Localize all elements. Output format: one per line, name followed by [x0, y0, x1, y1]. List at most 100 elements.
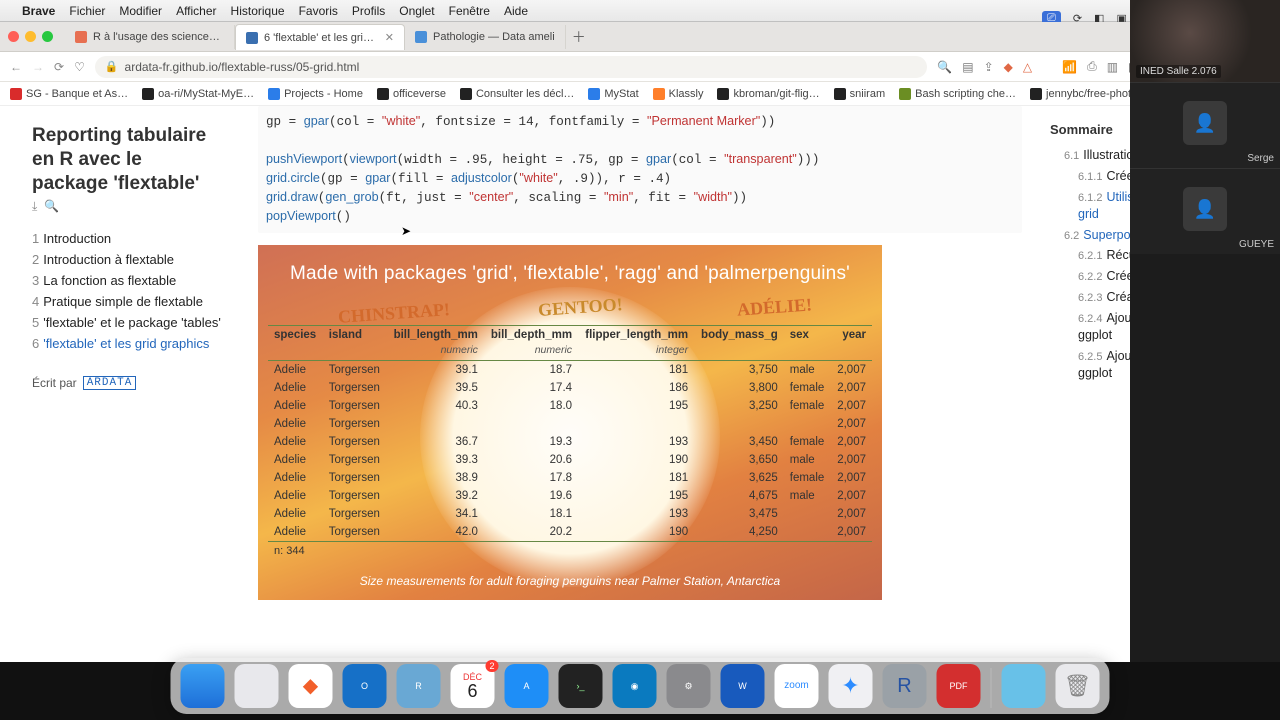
nav-reload[interactable]: ⟳ — [54, 60, 64, 74]
bookmark-item[interactable]: SG - Banque et As… — [10, 88, 128, 100]
ext-icon[interactable]: 📶 — [1062, 60, 1077, 74]
zoom-icon[interactable]: 🔍 — [937, 60, 952, 74]
cell: 39.5 — [387, 379, 484, 397]
dock-launchpad[interactable] — [235, 664, 279, 708]
menu-item[interactable]: Aide — [504, 4, 528, 18]
toc-item[interactable]: 6'flextable' et les grid graphics — [32, 333, 222, 354]
dock-appstore[interactable]: A — [505, 664, 549, 708]
share-icon[interactable]: ⇪ — [984, 60, 994, 74]
nav-forward[interactable]: → — [32, 60, 44, 74]
window-close[interactable] — [8, 31, 19, 42]
bookmark-item[interactable]: Consulter les décl… — [460, 88, 574, 100]
cell — [784, 415, 831, 433]
menu-item[interactable]: Onglet — [399, 4, 434, 18]
brave-rewards-icon[interactable]: △ — [1023, 60, 1032, 74]
browser-tab[interactable]: R à l'usage des sciences sociale… — [65, 25, 235, 49]
menu-item[interactable]: Fichier — [69, 4, 105, 18]
col-type — [831, 344, 872, 361]
dock-settings[interactable]: ⚙ — [667, 664, 711, 708]
col-header: bill_depth_mm — [484, 325, 578, 344]
dock-calendar[interactable]: DÉC6 2 — [451, 664, 495, 708]
dock-terminal[interactable]: ›_ — [559, 664, 603, 708]
cursor-icon: ➤ — [401, 224, 411, 238]
cell — [784, 505, 831, 523]
penguin-table: speciesislandbill_length_mmbill_depth_mm… — [268, 325, 872, 560]
dock-downloads[interactable] — [1002, 664, 1046, 708]
cell: male — [784, 360, 831, 379]
bookmark-item[interactable]: sniiram — [834, 88, 885, 100]
dock-word[interactable]: W — [721, 664, 765, 708]
dock-rstudio[interactable]: R — [397, 664, 441, 708]
dock-finder[interactable] — [181, 664, 225, 708]
ext-icon[interactable]: ▥ — [1107, 60, 1118, 74]
zoom-participant[interactable]: 👤 GUEYE — [1130, 168, 1280, 254]
dock: ◆ O R DÉC6 2 A ›_ ◉ ⚙ W zoom ✦ R PDF 🗑 — [171, 658, 1110, 714]
table-row: AdelieTorgersen39.517.41863,800female2,0… — [268, 379, 872, 397]
bookmark-item[interactable]: jennybc/free-phot… — [1030, 88, 1142, 100]
brave-shield-icon[interactable]: ◆ — [1004, 60, 1013, 74]
dock-acrobat[interactable]: PDF — [937, 664, 981, 708]
menu-item[interactable]: Historique — [231, 4, 285, 18]
url-field[interactable]: 🔒 ardata-fr.github.io/flextable-russ/05-… — [95, 56, 927, 78]
cell: Adelie — [268, 415, 323, 433]
cell: 3,250 — [694, 397, 784, 415]
bookmark-item[interactable]: officeverse — [377, 88, 446, 100]
cell: Adelie — [268, 379, 323, 397]
download-icon[interactable]: ⤓ — [32, 199, 37, 213]
bookmark-item[interactable]: oa-ri/MyStat-MyE… — [142, 88, 254, 100]
reader-icon[interactable]: ▤ — [962, 60, 973, 74]
bookmark-item[interactable]: kbroman/git-flig… — [717, 88, 819, 100]
dock-r[interactable]: R — [883, 664, 927, 708]
dock-zoom[interactable]: zoom — [775, 664, 819, 708]
cell: male — [784, 487, 831, 505]
tab-label: Pathologie — Data ameli — [433, 31, 555, 43]
penguin-label: GENTOO! — [537, 294, 623, 321]
table-row: AdelieTorgersen42.020.21904,2502,007 — [268, 523, 872, 542]
menu-item[interactable]: Modifier — [119, 4, 162, 18]
window-maximize[interactable] — [42, 31, 53, 42]
app-name[interactable]: Brave — [22, 4, 55, 18]
cell: female — [784, 469, 831, 487]
new-tab-button[interactable]: ＋ — [572, 27, 586, 47]
zoom-video[interactable]: INED Salle 2.076 — [1130, 0, 1280, 82]
bookmark-item[interactable]: Bash scripting che… — [899, 88, 1016, 100]
tab-label: R à l'usage des sciences sociale… — [93, 31, 224, 43]
cell: Torgersen — [323, 360, 387, 379]
author-badge[interactable]: ARDATA — [83, 376, 137, 390]
bookmark-item[interactable]: Projects - Home — [268, 88, 363, 100]
dock-safari[interactable]: ✦ — [829, 664, 873, 708]
code-block[interactable]: gp = gpar(col = "white", fontsize = 14, … — [258, 106, 1022, 233]
bookmark-item[interactable]: MyStat — [588, 88, 638, 100]
menu-item[interactable]: Profils — [352, 4, 385, 18]
menu-item[interactable]: Fenêtre — [449, 4, 490, 18]
menu-item[interactable]: Favoris — [299, 4, 338, 18]
table-row: AdelieTorgersen38.917.81813,625female2,0… — [268, 469, 872, 487]
tab-close[interactable]: ✕ — [385, 31, 394, 44]
dock-trash[interactable]: 🗑 — [1056, 664, 1100, 708]
dock-app[interactable]: ◉ — [613, 664, 657, 708]
toc-item[interactable]: 3La fonction as flextable — [32, 270, 222, 291]
cell: 3,650 — [694, 451, 784, 469]
bookmark-item[interactable]: Klassly — [653, 88, 704, 100]
cell — [484, 415, 578, 433]
toc-item[interactable]: 5'flextable' et le package 'tables' — [32, 312, 222, 333]
cell: 3,625 — [694, 469, 784, 487]
col-header: year — [831, 325, 872, 344]
dock-brave[interactable]: ◆ — [289, 664, 333, 708]
cell: 195 — [578, 487, 694, 505]
window-minimize[interactable] — [25, 31, 36, 42]
toc-item[interactable]: 4Pratique simple de flextable — [32, 291, 222, 312]
nav-back[interactable]: ← — [10, 60, 22, 74]
search-icon[interactable]: 🔍 — [44, 199, 59, 213]
cell: Torgersen — [323, 451, 387, 469]
zoom-participant[interactable]: 👤 Serge — [1130, 82, 1280, 168]
toc-item[interactable]: 1Introduction — [32, 228, 222, 249]
bookmark-toggle[interactable]: ♡ — [74, 60, 85, 74]
menu-item[interactable]: Afficher — [176, 4, 216, 18]
ext-icon[interactable]: ⎙ — [1087, 59, 1097, 74]
toc-item[interactable]: 2Introduction à flextable — [32, 249, 222, 270]
browser-tab[interactable]: Pathologie — Data ameli — [405, 25, 566, 49]
dock-outlook[interactable]: O — [343, 664, 387, 708]
browser-tab[interactable]: 6 'flextable' et les grid grap… ✕ — [235, 24, 405, 50]
cell: Torgersen — [323, 523, 387, 542]
